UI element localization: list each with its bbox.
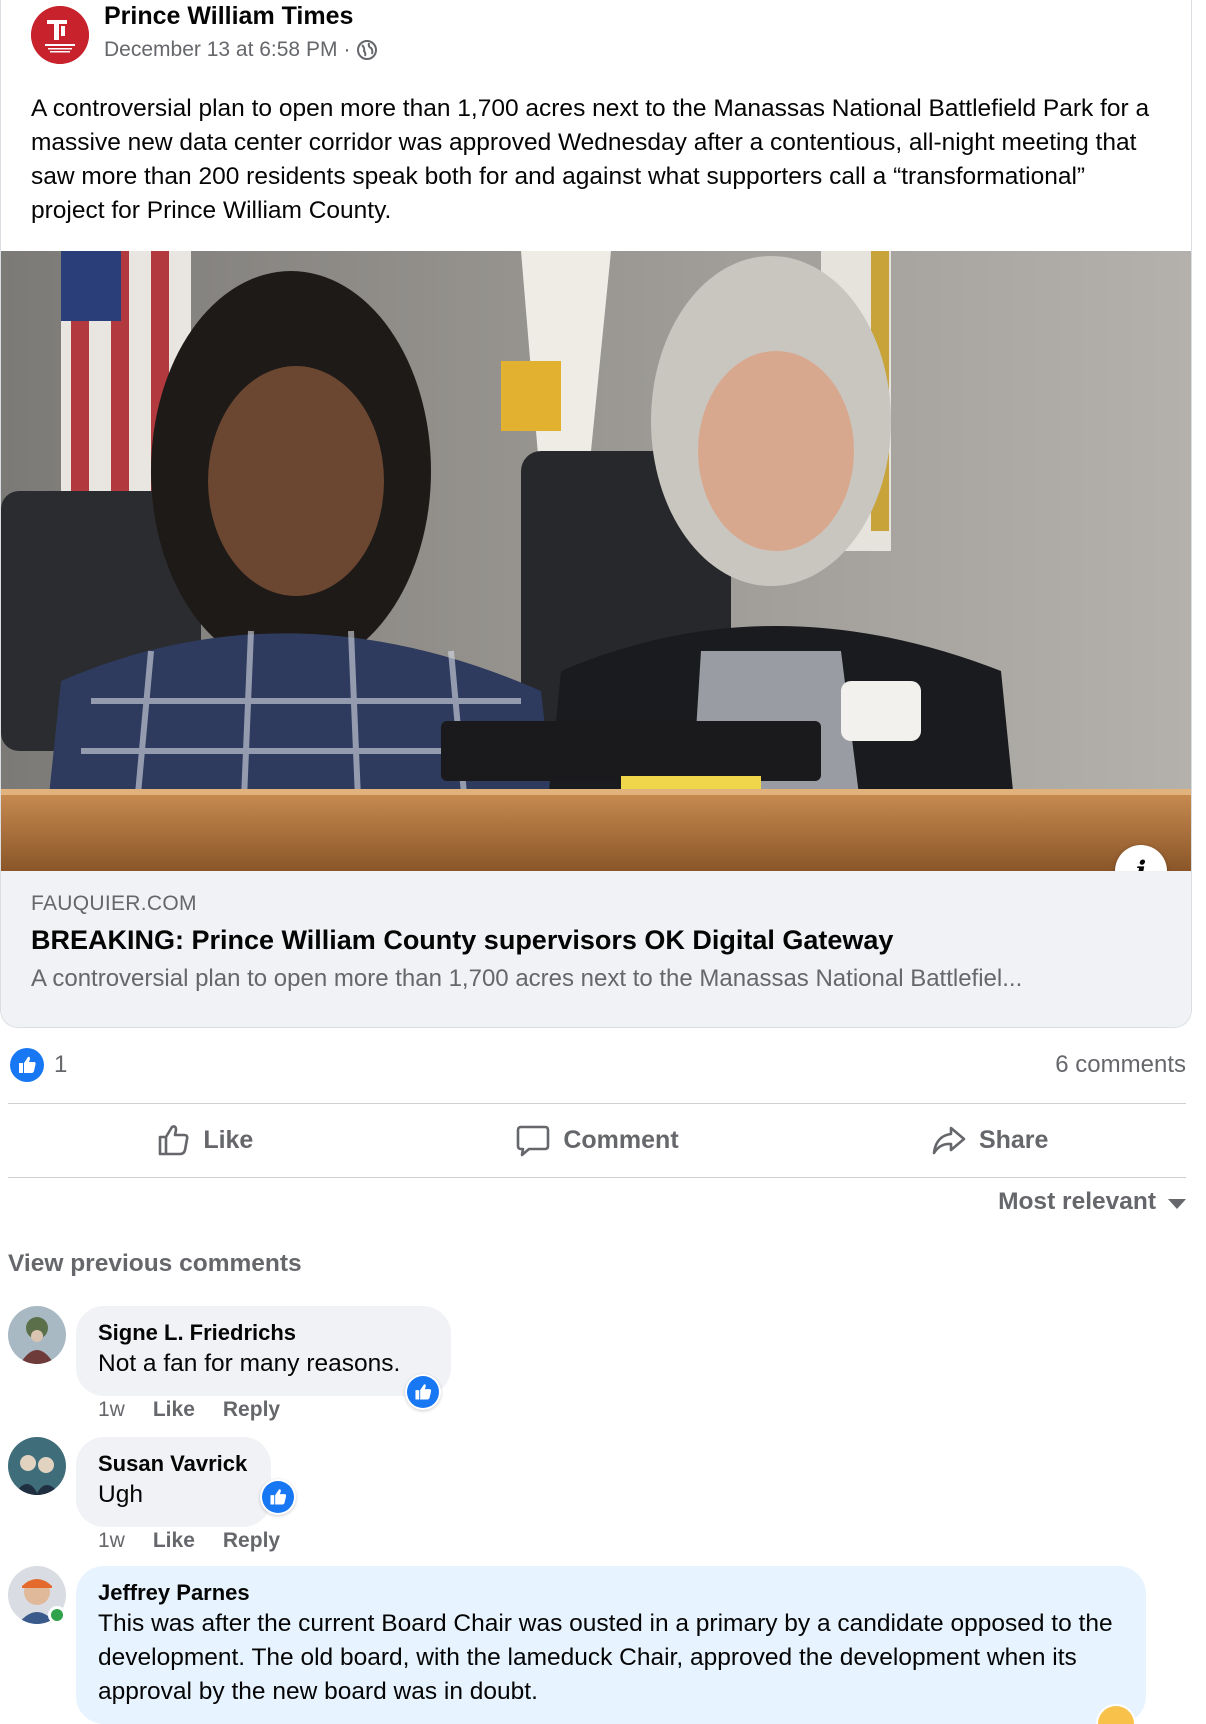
online-status-indicator [48, 1606, 66, 1624]
comment-age[interactable]: 1w [98, 1398, 125, 1422]
reactions-row: 1 6 comments [8, 1046, 1186, 1086]
comment-item: Signe L. Friedrichs Not a fan for many r… [8, 1306, 508, 1426]
comment-count[interactable]: 6 comments [1055, 1051, 1186, 1079]
globe-icon[interactable] [356, 39, 378, 61]
comment-button[interactable]: Comment [401, 1106, 794, 1174]
comment-bubble: Jeffrey Parnes This was after the curren… [76, 1566, 1146, 1724]
divider [8, 1177, 1186, 1178]
like-reaction-icon[interactable] [10, 1048, 44, 1082]
comment-actions: 1w Like Reply [98, 1398, 280, 1422]
share-button[interactable]: Share [793, 1106, 1186, 1174]
comment-text: Ugh [98, 1481, 143, 1508]
comment-bubble: Signe L. Friedrichs Not a fan for many r… [76, 1306, 451, 1396]
comment-like-badge[interactable] [260, 1479, 296, 1515]
caret-down-icon [1168, 1199, 1186, 1209]
post-action-bar: Like Comment Share [8, 1106, 1186, 1174]
page-avatar[interactable] [31, 6, 89, 64]
divider [8, 1103, 1186, 1104]
link-title[interactable]: BREAKING: Prince William County supervis… [31, 925, 893, 956]
page-logo-icon [31, 6, 89, 64]
comment-author[interactable]: Signe L. Friedrichs [98, 1319, 429, 1347]
view-previous-comments-link[interactable]: View previous comments [8, 1250, 302, 1278]
sort-label: Most relevant [998, 1188, 1156, 1215]
like-button-label: Like [203, 1125, 254, 1154]
comment-like-badge[interactable] [405, 1374, 441, 1410]
comment-author[interactable]: Jeffrey Parnes [98, 1579, 1124, 1607]
comment-sort-dropdown[interactable]: Most relevant [998, 1188, 1186, 1216]
like-button[interactable]: Like [8, 1106, 401, 1174]
meta-separator: · [343, 38, 351, 61]
comment-reply-link[interactable]: Reply [223, 1398, 280, 1422]
page-name-link[interactable]: Prince William Times [104, 2, 353, 31]
commenter-avatar-image [8, 1437, 66, 1495]
avatar[interactable] [8, 1437, 66, 1495]
thumbs-up-icon [159, 1125, 189, 1156]
comment-button-label: Comment [563, 1125, 679, 1154]
link-description: A controversial plan to open more than 1… [31, 965, 1023, 992]
comment-text: This was after the current Board Chair w… [98, 1610, 1113, 1705]
post-text: A controversial plan to open more than 1… [31, 95, 1150, 224]
comment-reply-link[interactable]: Reply [223, 1529, 280, 1553]
like-reaction-icon [407, 1376, 439, 1408]
post-card: Prince William Times December 13 at 6:58… [0, 0, 1192, 1028]
commenter-avatar-image [8, 1306, 66, 1364]
link-caption[interactable]: FAUQUIER.COM BREAKING: Prince William Co… [1, 871, 1191, 1027]
link-domain: FAUQUIER.COM [31, 892, 197, 915]
comment-author[interactable]: Susan Vavrick [98, 1450, 249, 1478]
share-button-label: Share [978, 1125, 1049, 1154]
avatar[interactable] [8, 1306, 66, 1364]
comment-item: Jeffrey Parnes This was after the curren… [8, 1566, 1148, 1724]
link-preview-image[interactable]: i [1, 251, 1191, 871]
post-meta: December 13 at 6:58 PM · [104, 38, 378, 62]
reaction-count[interactable]: 1 [54, 1051, 67, 1079]
like-reaction-icon [262, 1481, 294, 1513]
share-arrow-icon [932, 1126, 966, 1155]
comment-bubble: Susan Vavrick Ugh [76, 1437, 271, 1527]
comment-actions: 1w Like Reply [98, 1529, 280, 1553]
comment-bubble-icon [517, 1125, 550, 1157]
comment-like-link[interactable]: Like [153, 1398, 195, 1422]
post-timestamp[interactable]: December 13 at 6:58 PM [104, 38, 337, 62]
comment-text: Not a fan for many reasons. [98, 1350, 401, 1377]
board-meeting-photo [1, 251, 1191, 871]
comment-age[interactable]: 1w [98, 1529, 125, 1553]
comment-item: Susan Vavrick Ugh 1w Like Reply [8, 1437, 328, 1557]
comment-like-link[interactable]: Like [153, 1529, 195, 1553]
